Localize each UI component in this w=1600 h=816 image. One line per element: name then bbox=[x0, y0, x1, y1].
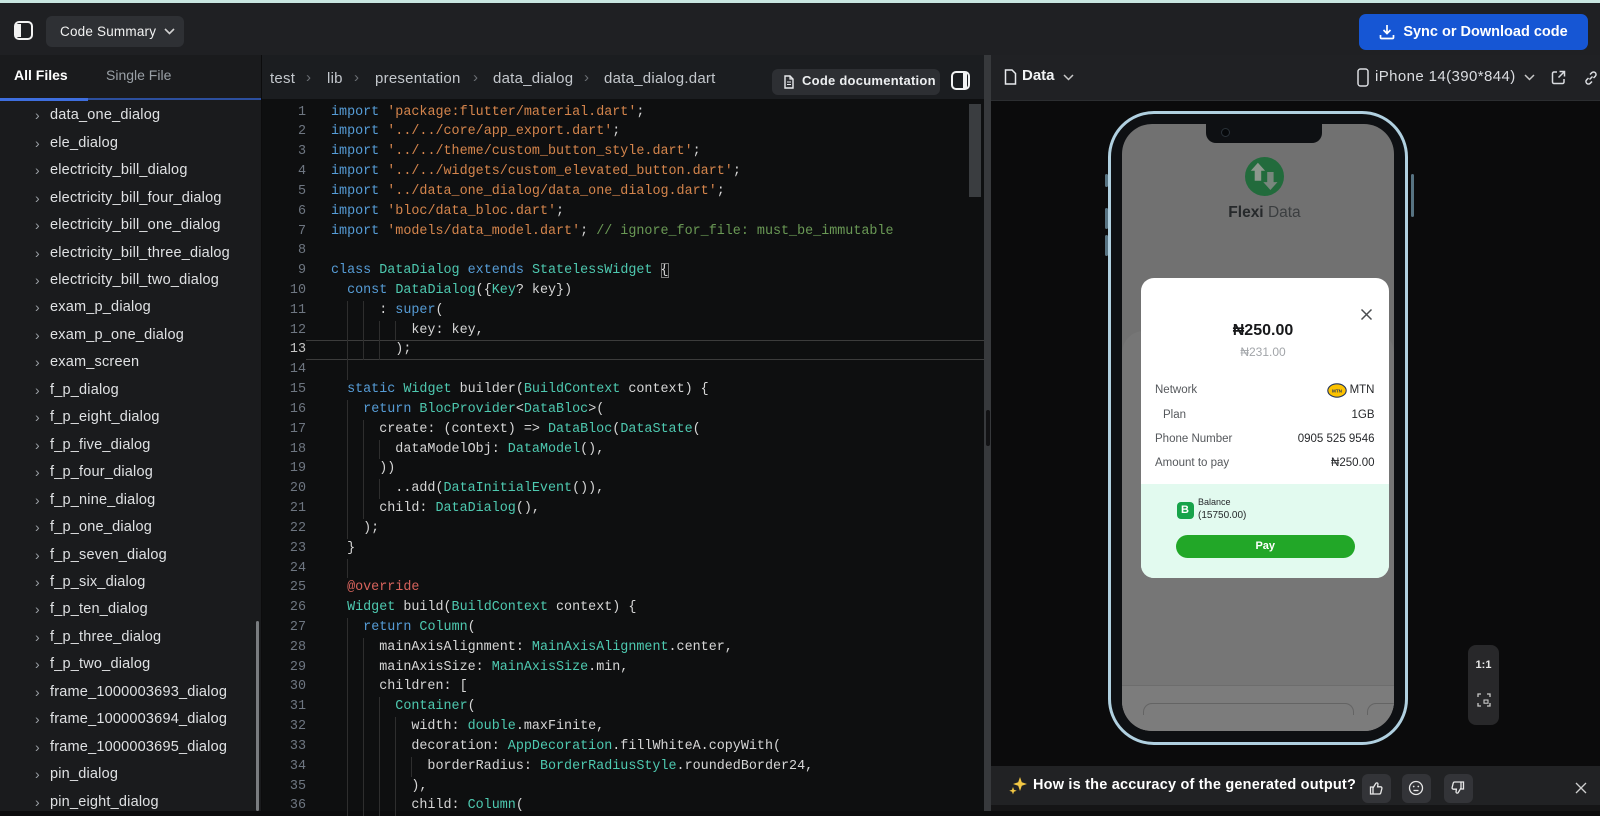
svg-text:MTN: MTN bbox=[1332, 389, 1343, 394]
